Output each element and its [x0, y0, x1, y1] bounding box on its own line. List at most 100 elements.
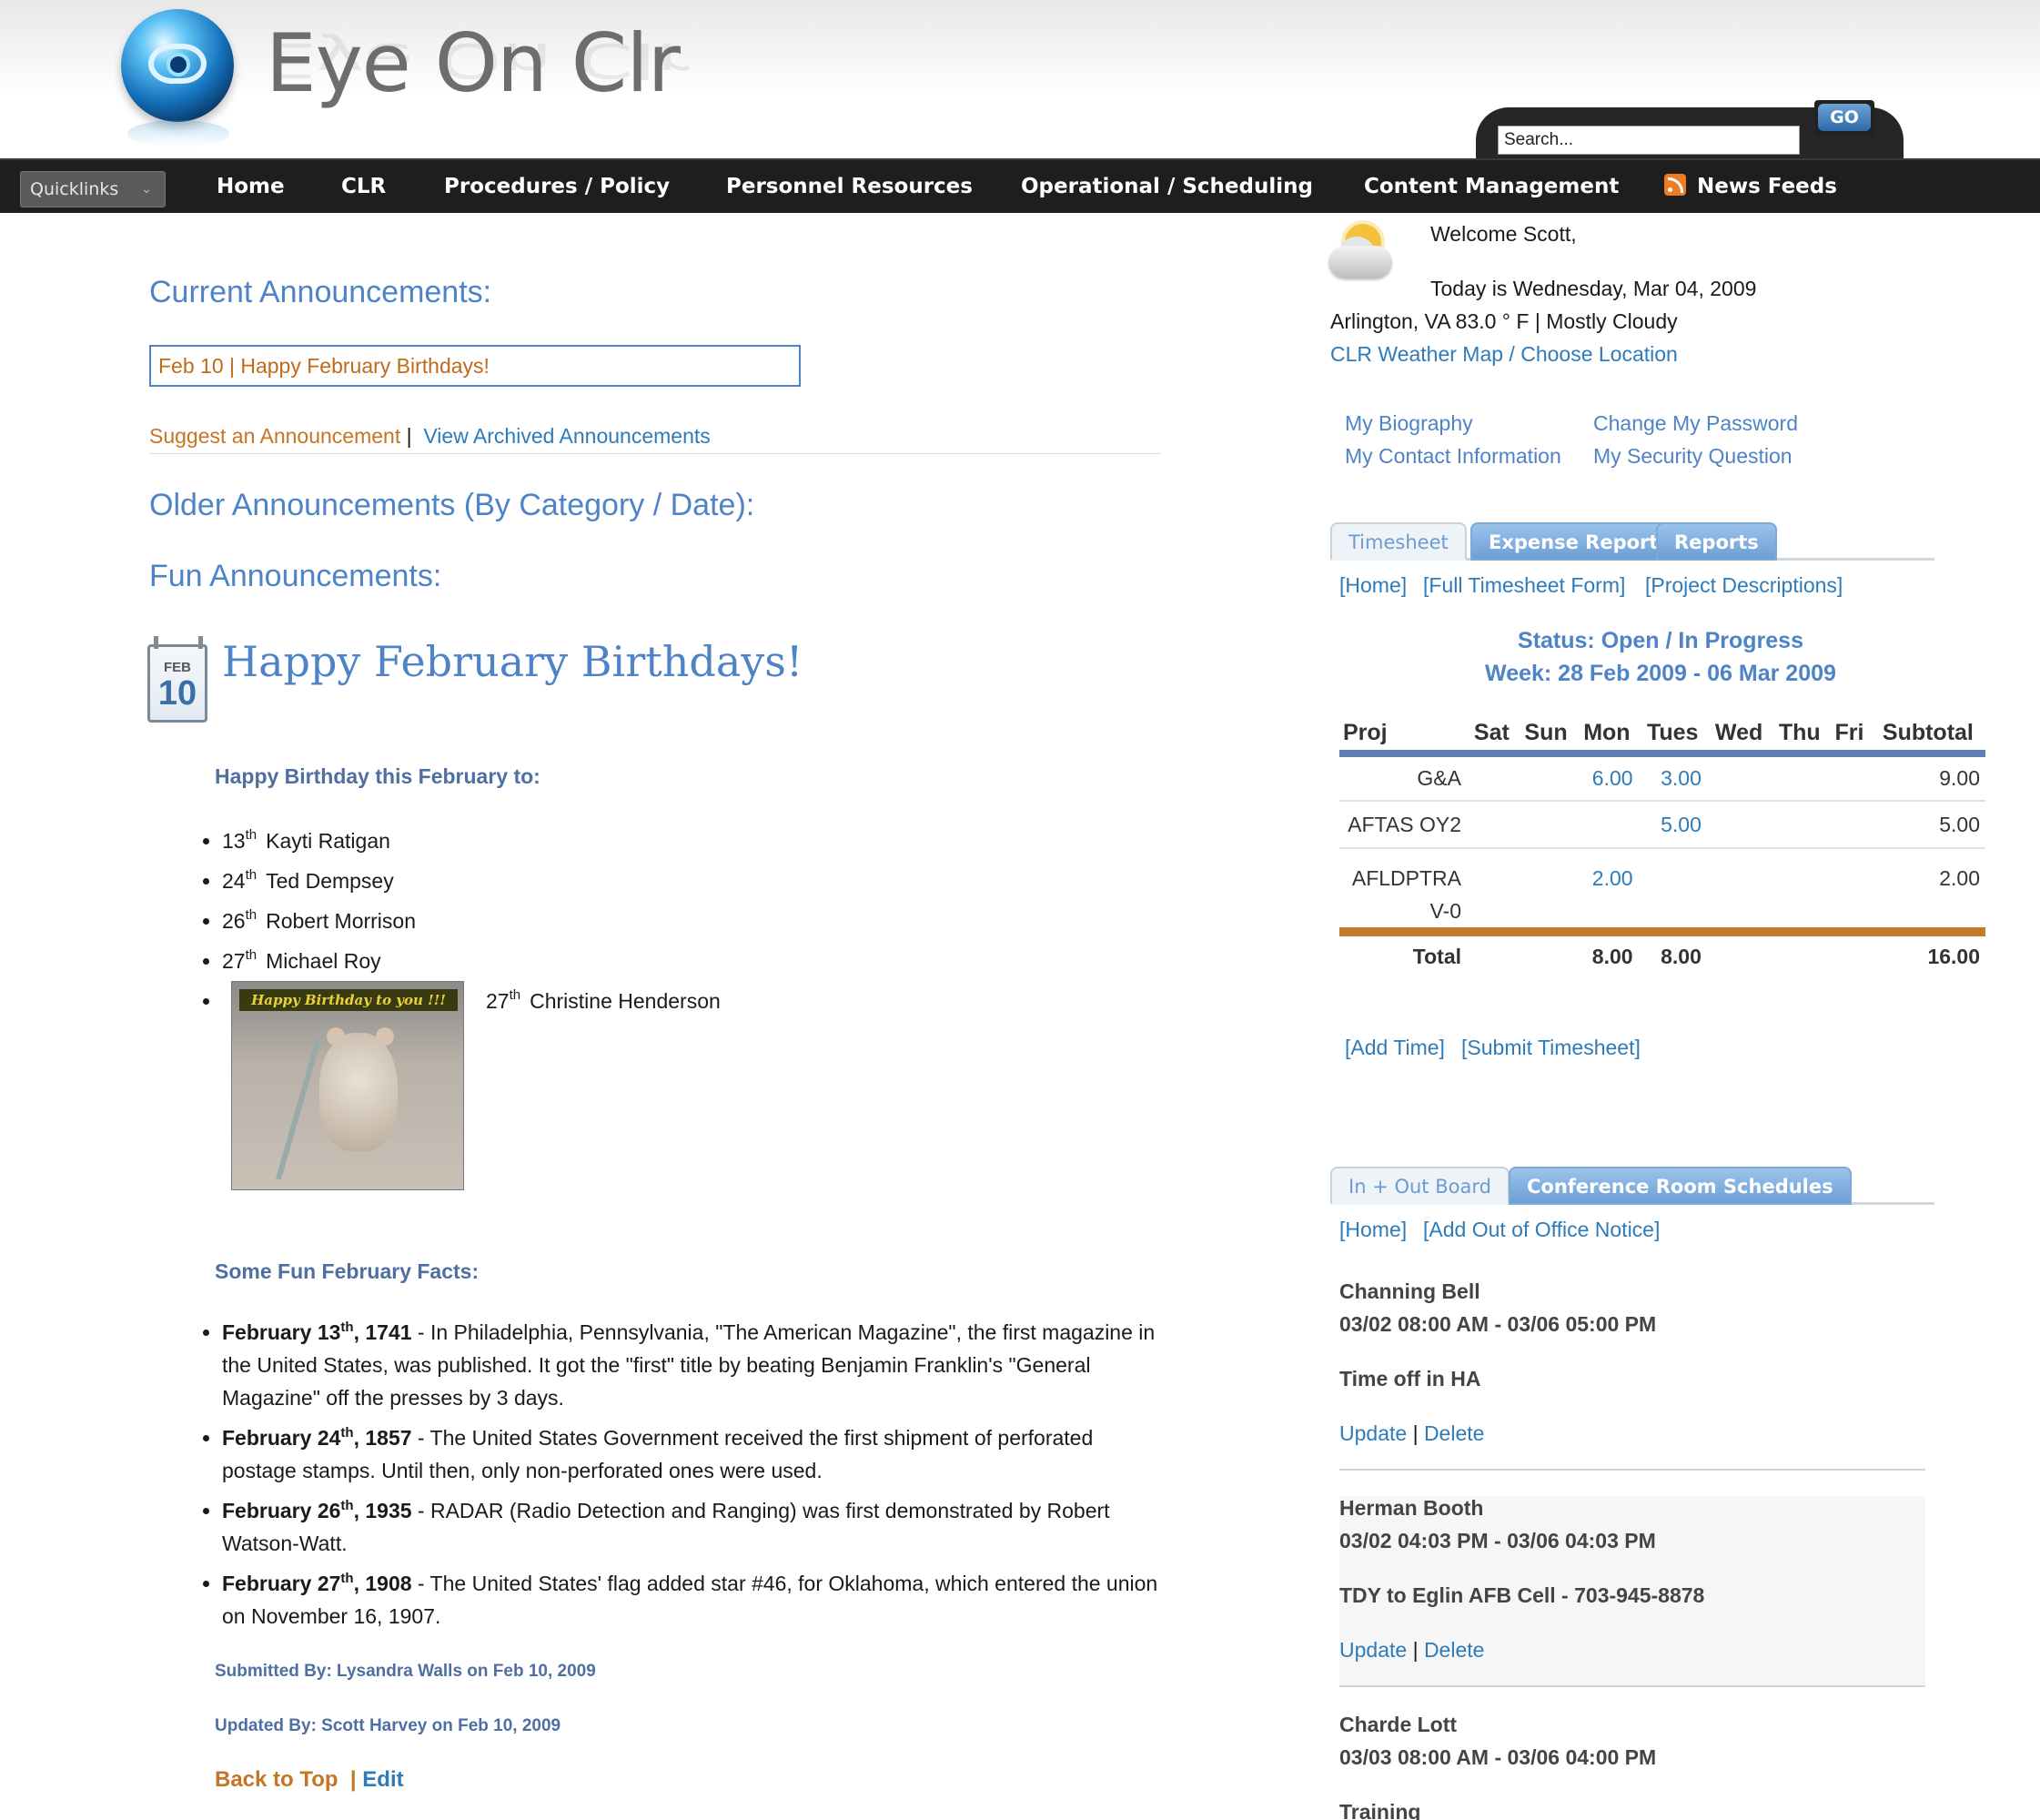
sat-cell [1467, 927, 1517, 977]
entry-name: Herman Booth [1339, 1496, 1484, 1520]
birthday-day: 26 [222, 909, 246, 933]
welcome-text: Welcome Scott, [1430, 222, 1577, 246]
fri-cell [1828, 848, 1871, 933]
col-sat: Sat [1467, 715, 1517, 757]
mon-cell[interactable]: 6.00 [1575, 753, 1639, 802]
sat-cell [1467, 848, 1517, 933]
ts-home-link[interactable]: [Home] [1339, 573, 1407, 598]
table-row: AFTAS OY2 5.00 5.00 [1339, 801, 1985, 849]
search-input[interactable] [1498, 126, 1800, 155]
fact-date-sup: th [340, 1425, 354, 1441]
entry-name: Charde Lott [1339, 1713, 1458, 1736]
fact-date-sup: th [340, 1571, 354, 1586]
entry-range: 03/02 04:03 PM - 03/06 04:03 PM [1339, 1529, 1656, 1552]
eye-logo-icon[interactable] [121, 9, 234, 122]
birthday-list: 13thKayti Ratigan 24thTed Dempsey 26thRo… [222, 821, 721, 1196]
nav-operational-scheduling[interactable]: Operational / Scheduling [1021, 160, 1313, 213]
go-button[interactable]: GO [1814, 100, 1874, 136]
my-biography-link[interactable]: My Biography [1345, 411, 1473, 436]
action-separator: | [1412, 1638, 1419, 1662]
birthday-intro: Happy Birthday this February to: [215, 764, 540, 788]
timesheet-status: Status: Open / In Progress [1518, 628, 1803, 653]
project-descriptions-link[interactable]: [Project Descriptions] [1645, 573, 1843, 598]
suggest-announcement-link[interactable]: Suggest an Announcement [149, 424, 400, 448]
fact-date: February 26th, 1935 [222, 1499, 412, 1522]
list-item: 13th Kayti Ratigan [222, 821, 416, 861]
fact-date-b: , 1857 [353, 1426, 412, 1450]
main-content: Current Announcements: Feb 10 | Happy Fe… [0, 213, 1183, 1820]
update-link[interactable]: Update [1339, 1638, 1407, 1662]
nav-personnel-resources[interactable]: Personnel Resources [726, 160, 973, 213]
fact-date-a: February 27 [222, 1572, 341, 1595]
hamster-body [319, 1033, 398, 1151]
current-announcement-item[interactable]: Feb 10 | Happy February Birthdays! [149, 345, 801, 387]
nav-clr[interactable]: CLR [341, 160, 386, 213]
view-archived-link[interactable]: View Archived Announcements [423, 424, 710, 448]
my-contact-info-link[interactable]: My Contact Information [1345, 444, 1561, 469]
birthday-suffix: th [245, 907, 258, 923]
delete-link[interactable]: Delete [1424, 1421, 1484, 1445]
microphone-stand [276, 1038, 321, 1180]
nav-content-management[interactable]: Content Management [1364, 160, 1619, 213]
calendar-icon: FEB 10 [147, 636, 207, 723]
tues-cell[interactable]: 3.00 [1638, 753, 1707, 802]
fact-date-b: , 1741 [353, 1320, 412, 1344]
hamster-banner: Happy Birthday to you !!! [239, 989, 458, 1011]
back-to-top-link[interactable]: Back to Top [215, 1767, 338, 1792]
fun-announcements-heading: Fun Announcements: [149, 559, 442, 593]
nav-news-feeds[interactable]: News Feeds [1664, 160, 1837, 213]
update-link[interactable]: Update [1339, 1421, 1407, 1445]
delete-link[interactable]: Delete [1424, 1638, 1484, 1662]
submitted-by: Submitted By: Lysandra Walls on Feb 10, … [215, 1662, 596, 1681]
tab-conference-room-schedules[interactable]: Conference Room Schedules [1509, 1167, 1852, 1205]
entry-name: Channing Bell [1339, 1279, 1480, 1303]
fri-cell [1828, 801, 1871, 849]
proj-cell: AFTAS OY2 [1339, 801, 1467, 849]
tab-expense-report[interactable]: Expense Report [1470, 522, 1677, 561]
sun-cell [1516, 801, 1576, 849]
birthday-caption: 27th Christine Henderson [486, 981, 721, 1021]
updated-by: Updated By: Scott Harvey on Feb 10, 2009 [215, 1716, 561, 1735]
today-text: Today is Wednesday, Mar 04, 2009 [1430, 277, 1757, 300]
action-separator: | [349, 1767, 357, 1792]
tab-timesheet[interactable]: Timesheet [1330, 522, 1467, 561]
link-separator: | [406, 424, 412, 448]
entry-range: 03/03 08:00 AM - 03/06 04:00 PM [1339, 1745, 1657, 1769]
fri-cell [1828, 753, 1871, 802]
fact-date-a: February 24 [222, 1426, 341, 1450]
board-home-link[interactable]: [Home] [1339, 1218, 1407, 1242]
submit-timesheet-link[interactable]: [Submit Timesheet] [1461, 1036, 1641, 1060]
calendar-day: 10 [157, 674, 197, 713]
hamster-birthday-image: Happy Birthday to you !!! [231, 981, 464, 1190]
calendar-month: FEB [164, 660, 191, 675]
my-security-question-link[interactable]: My Security Question [1593, 444, 1793, 469]
table-header-row: Proj Sat Sun Mon Tues Wed Thu Fri Subtot… [1339, 715, 1985, 757]
thu-cell [1771, 801, 1829, 849]
change-password-link[interactable]: Change My Password [1593, 411, 1798, 436]
subtotal-cell: 2.00 [1870, 848, 1985, 933]
total-mon: 8.00 [1575, 927, 1639, 977]
add-out-of-office-link[interactable]: [Add Out of Office Notice] [1423, 1218, 1660, 1242]
proj-cell: AFLDPTRAV-0 [1339, 848, 1467, 933]
nav-home[interactable]: Home [217, 160, 285, 213]
total-subtotal: 16.00 [1870, 927, 1985, 977]
edit-link[interactable]: Edit [362, 1767, 403, 1792]
tab-reports[interactable]: Reports [1656, 522, 1777, 561]
quicklinks-dropdown[interactable]: Quicklinks ⌄ [20, 171, 166, 207]
main-navbar: Quicklinks ⌄ Home CLR Procedures / Polic… [0, 158, 2040, 213]
facts-list: February 13th, 1741 - In Philadelphia, P… [222, 1316, 1168, 1640]
nav-procedures-policy[interactable]: Procedures / Policy [444, 160, 670, 213]
col-wed: Wed [1706, 715, 1772, 757]
calendar-rings [154, 636, 203, 649]
fact-date-sup: th [340, 1320, 354, 1335]
add-time-link[interactable]: [Add Time] [1345, 1036, 1445, 1060]
mon-cell[interactable]: 2.00 [1575, 848, 1639, 933]
birthday-suffix: th [509, 987, 521, 1003]
col-fri: Fri [1828, 715, 1871, 757]
full-timesheet-link[interactable]: [Full Timesheet Form] [1423, 573, 1625, 598]
weather-map-link[interactable]: CLR Weather Map / Choose Location [1330, 342, 1678, 367]
sun-cell [1516, 848, 1576, 933]
col-mon: Mon [1575, 715, 1639, 757]
tab-in-out-board[interactable]: In + Out Board [1330, 1167, 1510, 1205]
tues-cell[interactable]: 5.00 [1638, 801, 1707, 849]
